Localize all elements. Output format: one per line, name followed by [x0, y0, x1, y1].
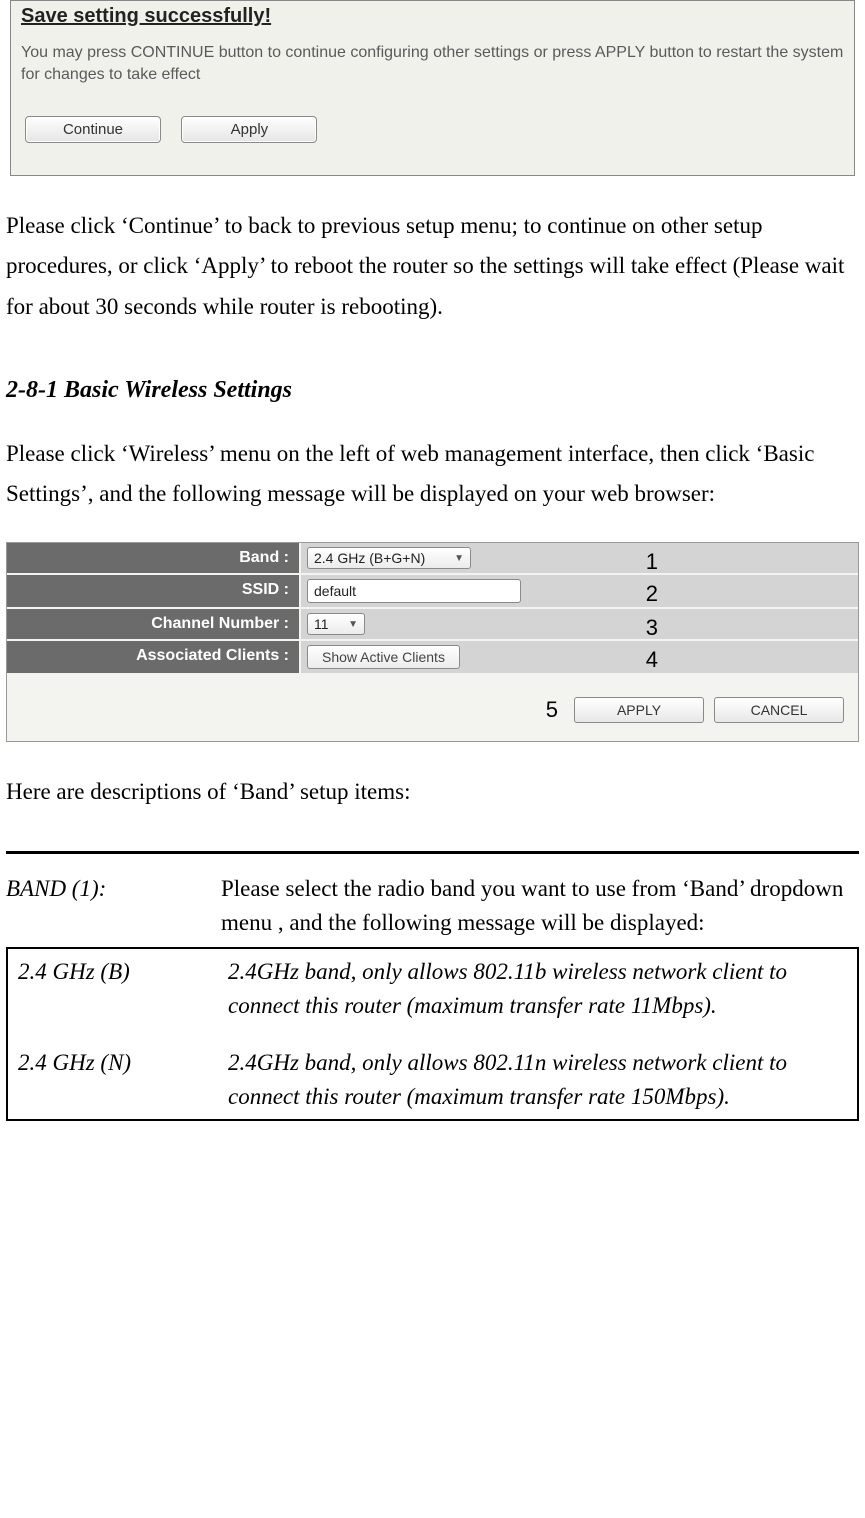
callout-3: 3	[646, 615, 658, 641]
row-band: Band : 2.4 GHz (B+G+N) ▼ 1	[7, 543, 858, 575]
section-heading: 2-8-1 Basic Wireless Settings	[6, 377, 859, 404]
label-channel: Channel Number :	[7, 609, 301, 639]
callout-2: 2	[646, 581, 658, 607]
wireless-settings-panel: Band : 2.4 GHz (B+G+N) ▼ 1 SSID : defaul…	[6, 542, 859, 742]
chevron-down-icon: ▼	[348, 619, 358, 630]
band-option-b: 2.4 GHz (B) 2.4GHz band, only allows 802…	[12, 955, 853, 1024]
apply-settings-button[interactable]: APPLY	[574, 697, 704, 723]
save-success-panel: Save setting successfully! You may press…	[10, 0, 855, 176]
band-option-n: 2.4 GHz (N) 2.4GHz band, only allows 802…	[12, 1046, 853, 1115]
label-band: Band :	[7, 543, 301, 573]
row-associated-clients: Associated Clients : Show Active Clients…	[7, 641, 858, 675]
panel-title: Save setting successfully!	[11, 1, 854, 32]
band-option-n-text: 2.4GHz band, only allows 802.11n wireles…	[228, 1046, 853, 1115]
callout-1: 1	[646, 549, 658, 575]
band-desc-label: BAND (1):	[6, 872, 221, 941]
chevron-down-icon: ▼	[454, 553, 464, 564]
paragraph-band-desc-intro: Here are descriptions of ‘Band’ setup it…	[6, 772, 859, 812]
apply-button[interactable]: Apply	[181, 116, 317, 143]
band-option-b-text: 2.4GHz band, only allows 802.11b wireles…	[228, 955, 853, 1024]
label-associated-clients: Associated Clients :	[7, 641, 301, 673]
band-options-table: 2.4 GHz (B) 2.4GHz band, only allows 802…	[6, 947, 859, 1121]
action-row: 5 APPLY CANCEL	[7, 675, 858, 723]
band-description-row: BAND (1): Please select the radio band y…	[6, 872, 859, 941]
panel-body-text: You may press CONTINUE button to continu…	[11, 32, 854, 85]
band-select[interactable]: 2.4 GHz (B+G+N) ▼	[307, 547, 471, 569]
channel-select-value: 11	[314, 616, 329, 632]
row-ssid: SSID : default 2	[7, 575, 858, 609]
panel-button-row: Continue Apply	[11, 85, 854, 175]
channel-select[interactable]: 11 ▼	[307, 613, 365, 635]
show-active-clients-button[interactable]: Show Active Clients	[307, 645, 460, 669]
paragraph-continue-apply: Please click ‘Continue’ to back to previ…	[6, 206, 859, 327]
section-divider	[6, 851, 859, 854]
band-option-n-name: 2.4 GHz (N)	[12, 1046, 228, 1115]
band-desc-text: Please select the radio band you want to…	[221, 872, 859, 941]
paragraph-wireless-intro: Please click ‘Wireless’ menu on the left…	[6, 434, 859, 515]
callout-4: 4	[646, 647, 658, 673]
cancel-settings-button[interactable]: CANCEL	[714, 697, 844, 723]
callout-5: 5	[546, 697, 558, 723]
row-channel: Channel Number : 11 ▼ 3	[7, 609, 858, 641]
band-option-b-name: 2.4 GHz (B)	[12, 955, 228, 1024]
band-select-value: 2.4 GHz (B+G+N)	[314, 550, 425, 566]
label-ssid: SSID :	[7, 575, 301, 607]
continue-button[interactable]: Continue	[25, 116, 161, 143]
ssid-input[interactable]: default	[307, 579, 521, 603]
